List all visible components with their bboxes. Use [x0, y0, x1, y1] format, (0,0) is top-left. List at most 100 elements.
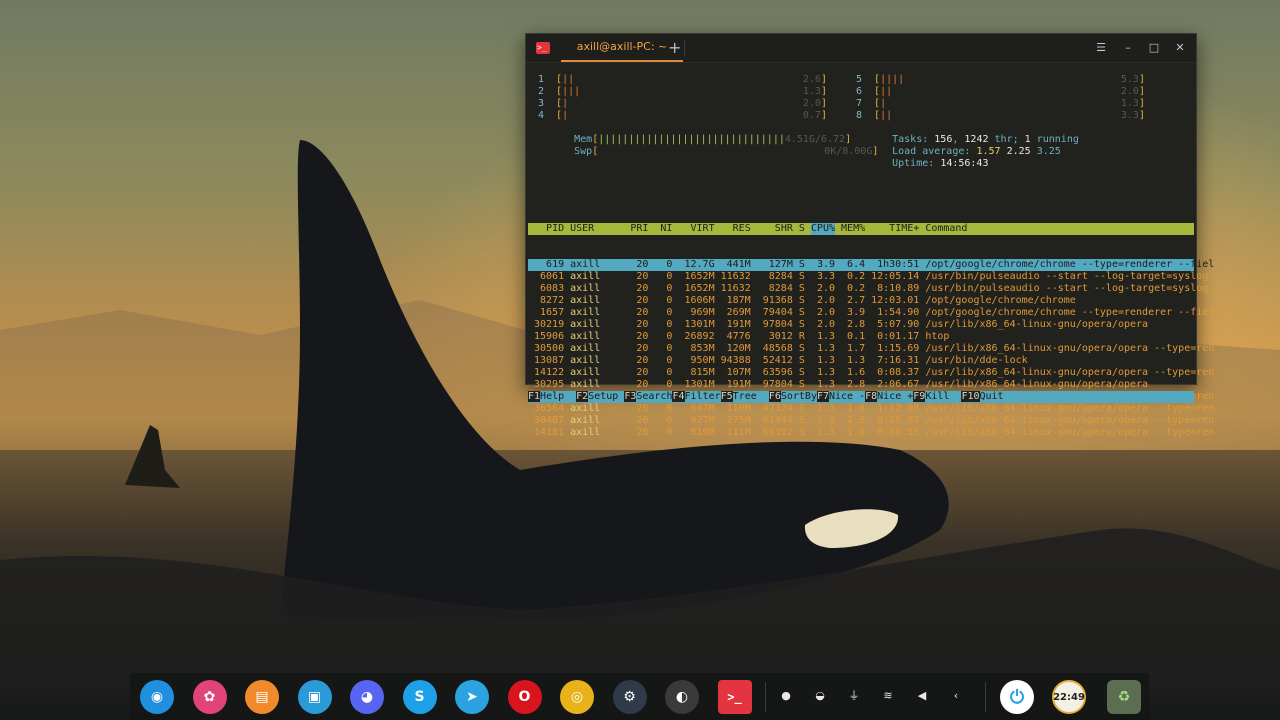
fkey-nice[interactable]: F8Nice +	[865, 391, 913, 403]
cpu-percent: 1.3	[802, 86, 821, 97]
fkey-sortby[interactable]: F6SortBy	[768, 391, 817, 403]
column-header-cpu[interactable]: CPU%	[810, 223, 835, 235]
fkey-key: F5	[720, 391, 733, 402]
power-button[interactable]: ⏻	[1000, 680, 1034, 714]
steam-launcher[interactable]: ⚙	[612, 680, 647, 714]
fkey-tree[interactable]: F5Tree	[720, 391, 757, 403]
process-cmd: /opt/google/chrome/chrome	[925, 295, 1076, 306]
fkey-setup[interactable]: F2Setup	[576, 391, 618, 403]
process-row[interactable]: 6061 axill 20 0 1652M 11632 8284 S 3.3 0.2 12:05.1…	[528, 271, 1208, 283]
process-row[interactable]: 30487 axill 20 0 927M 175M 61444 S 1.3 2.5 8:28.87…	[528, 415, 1214, 427]
process-table[interactable]: PID USER PRI NI VIRT RES SHR S CPU% MEM% TIME+ Comm…	[528, 199, 1214, 463]
tray-chat-tray-button[interactable]: ◒	[808, 683, 832, 707]
fkey-label: Kill	[925, 391, 950, 402]
tray-dot-tray-button[interactable]: ●	[774, 683, 798, 707]
process-res: 110M	[726, 403, 751, 414]
process-row[interactable]: 13087 axill 20 0 950M 94388 52412 S 1.3 1.3 7:16.3…	[528, 355, 1194, 367]
minimize-button[interactable]: –	[1115, 34, 1141, 62]
process-pri: 20	[636, 271, 649, 282]
function-key-bar[interactable]: F1Help F2Setup F3Search F4Filter F5Tree F6Sor…	[528, 391, 1194, 403]
fkey-help[interactable]: F1Help	[528, 391, 564, 403]
column-header-ni[interactable]: NI	[654, 223, 672, 235]
fkey-kill[interactable]: F9Kill	[913, 391, 949, 403]
chrome-launcher[interactable]: ◎	[560, 680, 594, 714]
column-header-pri[interactable]: PRI	[624, 223, 648, 235]
process-pri: 20	[636, 319, 649, 330]
tab-terminal[interactable]: axill@axill-PC: ~	[561, 34, 683, 62]
process-row[interactable]: 619 axill 20 0 12.7G 441M 127M S 3.9 6.4 1h30:51/o…	[528, 259, 1214, 271]
cpu-bar: |	[880, 98, 887, 109]
process-res: 441M	[726, 259, 751, 270]
htop-screen[interactable]: 1[|| 2.6] 2[||| 1.3] 3[| 2.0] 4[| 0.7] 5[|||| 5.…	[526, 63, 1214, 438]
fkey-key: F9	[913, 391, 926, 402]
process-virt: 1652M	[684, 283, 715, 294]
close-button[interactable]: ✕	[1167, 34, 1193, 62]
control-center-launcher[interactable]: ✿	[192, 680, 227, 714]
deepin-launcher-launcher[interactable]: ◉	[140, 680, 174, 714]
process-user: axill	[570, 295, 601, 306]
trash-button[interactable]: ♻	[1107, 680, 1141, 714]
wifi-tray-button[interactable]: ≋	[876, 683, 900, 707]
column-header-pid[interactable]: PID	[528, 223, 564, 235]
fkey-search[interactable]: F3Search	[624, 391, 672, 403]
process-cpu: 2.0	[816, 319, 836, 330]
column-header-mem[interactable]: MEM%	[841, 223, 865, 235]
fkey-quit[interactable]: F10Quit	[961, 391, 1004, 403]
process-row[interactable]: 8272 axill 20 0 1606M 187M 91368 S 2.0 2.7 12:03.0…	[528, 295, 1194, 307]
process-pri: 20	[636, 343, 649, 354]
usb-tray-button[interactable]: ⏚	[842, 683, 866, 707]
process-row[interactable]: 30564 axill 20 0 847M 110M 47324 S 1.3 1.6 1:12.08…	[528, 403, 1214, 415]
obs-launcher[interactable]: ◐	[665, 680, 699, 714]
discord-icon: ◕	[360, 689, 374, 705]
process-ni: 0	[666, 379, 673, 390]
discord-launcher[interactable]: ◕	[350, 680, 384, 714]
maximize-button[interactable]: □	[1141, 34, 1167, 62]
clock-widget[interactable]: 22:49	[1052, 680, 1086, 714]
column-header-user[interactable]: USER	[570, 223, 618, 235]
process-cmd: /usr/bin/pulseaudio --start --log-target…	[925, 283, 1209, 294]
new-tab-button[interactable]: +	[668, 34, 684, 62]
app-store-launcher[interactable]: ▤	[245, 680, 279, 714]
terminal-window[interactable]: >_ axill@axill-PC: ~ + ☰ – □ ✕ 1[|| 2.6] 2…	[525, 33, 1214, 438]
file-manager-launcher[interactable]: ▣	[297, 680, 332, 714]
process-table-header[interactable]: PID USER PRI NI VIRT RES SHR S CPU% MEM% TIME+ Comm…	[528, 223, 1194, 235]
column-header-res[interactable]: RES	[715, 223, 751, 235]
process-row[interactable]: 6083 axill 20 0 1652M 11632 8284 S 2.0 0.2 8:10.89…	[528, 283, 1208, 295]
process-cpu: 2.0	[816, 307, 836, 318]
skype-launcher[interactable]: S	[402, 680, 437, 714]
process-cmd: /usr/lib/x86_64-linux-gnu/opera/opera --…	[925, 415, 1215, 426]
cpu-percent: 2.0	[802, 98, 821, 109]
process-row[interactable]: 30219 axill 20 0 1301M 191M 97804 S 2.0 2.8 5:07.9…	[528, 319, 1194, 331]
process-row[interactable]: 14181 axill 20 0 816M 111M 66392 S 1.3 1.6 0:08.55…	[528, 427, 1214, 439]
telegram-launcher[interactable]: ➤	[455, 680, 489, 714]
cpu-meter: 7[| 1.3]	[856, 98, 1156, 110]
fkey-label: Tree	[732, 391, 757, 402]
process-mem: 1.3	[847, 355, 866, 366]
column-header-shr[interactable]: SHR	[757, 223, 793, 235]
column-header-cmd[interactable]: Command	[925, 223, 967, 235]
column-header-s[interactable]: S	[799, 223, 805, 235]
cpu-meter: 3[| 2.0]	[538, 98, 838, 110]
process-s: S	[798, 367, 805, 378]
process-row[interactable]: 30295 axill 20 0 1301M 191M 97804 S 1.3 2.8 2:06.6…	[528, 379, 1194, 391]
process-time: 5:07.90	[877, 319, 920, 330]
process-shr: 61444	[762, 415, 793, 426]
process-pid: 6061	[540, 271, 565, 282]
process-row[interactable]: 15906 axill 20 0 26892 4776 3012 R 1.3 0.1 0:01.17…	[528, 331, 1194, 343]
column-header-time[interactable]: TIME+	[865, 223, 919, 235]
process-row[interactable]: 30500 axill 20 0 853M 120M 48568 S 1.3 1.7 1:15.69…	[528, 343, 1214, 355]
process-row[interactable]: 1657 axill 20 0 969M 269M 79404 S 2.0 3.9 1:54.90 /…	[528, 307, 1214, 319]
fkey-nice[interactable]: F7Nice -	[816, 391, 865, 403]
terminal-launcher[interactable]: >_	[717, 680, 752, 714]
process-virt: 927M	[690, 415, 715, 426]
process-row[interactable]: 14122 axill 20 0 815M 107M 63596 S 1.3 1.6 0:08.37…	[528, 367, 1214, 379]
menu-icon[interactable]: ☰	[1088, 34, 1114, 62]
tray-expand-tray-button[interactable]: ‹	[944, 683, 968, 707]
volume-tray-button[interactable]: ◀	[910, 683, 934, 707]
fkey-filter[interactable]: F4Filter	[672, 391, 721, 403]
cpu-percent: 1.3	[1120, 98, 1139, 109]
process-cmd: /usr/bin/pulseaudio --start --log-target…	[925, 271, 1209, 282]
column-header-virt[interactable]: VIRT	[679, 223, 715, 235]
opera-launcher[interactable]: O	[507, 680, 542, 714]
fkey-label: SortBy	[780, 391, 817, 402]
